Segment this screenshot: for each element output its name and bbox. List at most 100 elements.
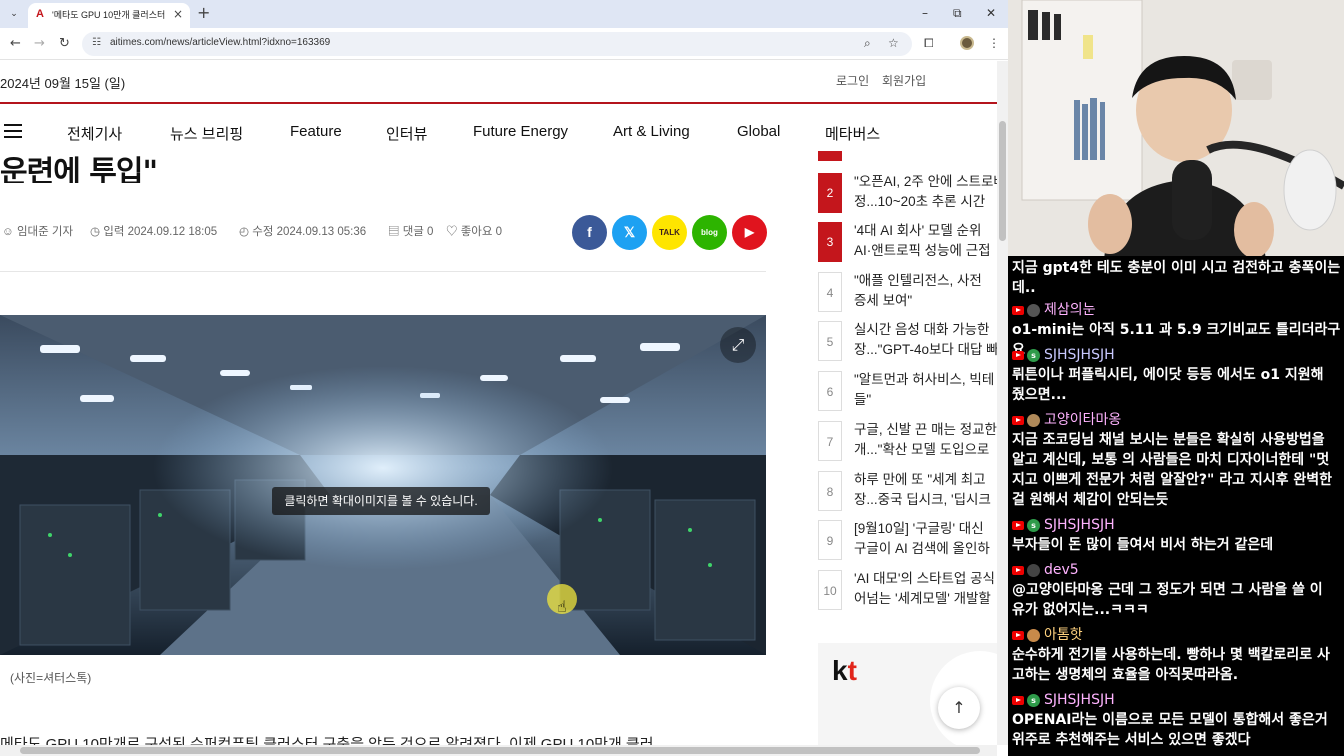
rank-title: 실시간 음성 대화 가능한 장..."GPT-4o보다 대답 빠 [854, 322, 997, 357]
hamburger-menu-icon[interactable] [4, 124, 22, 138]
kt-logo-k: k [832, 655, 848, 686]
article-published: ◷ 입력 2024.09.12 18:05 [90, 223, 217, 239]
nav-item-briefing[interactable]: 뉴스 브리핑 [170, 123, 243, 144]
minimize-button[interactable]: – [922, 6, 928, 20]
ranking-item[interactable]: 5 실시간 음성 대화 가능한 장..."GPT-4o보다 대답 빠 [818, 315, 997, 361]
rank-badge: 5 [818, 321, 842, 361]
bookmark-star-icon[interactable]: ☆ [888, 36, 899, 50]
published-time: 입력 2024.09.12 18:05 [103, 226, 218, 238]
chat-user: s SJHSJHSJH [1012, 345, 1342, 365]
browser-window: ⌄ A '메타도 GPU 10만개 클러스터 × + – ⧉ ✕ ← → ↻ ☷… [0, 0, 1008, 756]
profile-avatar[interactable] [960, 36, 974, 50]
nav-item-art-living[interactable]: Art & Living [613, 123, 690, 140]
rank-title: "오픈AI, 2주 안에 스트로베리정...10~20초 추론 시간 [854, 174, 997, 209]
site-info-icon[interactable]: ☷ [92, 37, 101, 48]
expand-icon[interactable]: ⤢ [720, 327, 756, 363]
kt-logo-t: t [847, 655, 857, 686]
ranking-item[interactable]: 3 '4대 AI 회사' 모델 순위 AI·앤트로픽 성능에 근접 [818, 216, 997, 262]
chat-user: s SJHSJHSJH [1012, 690, 1342, 710]
chat-username: SJHSJHSJH [1044, 692, 1115, 708]
nav-item-global[interactable]: Global [737, 123, 780, 140]
chat-message: 고양이타마옹 지금 조코딩님 채널 보시는 분들은 확실히 사용방법을 알고 계… [1012, 410, 1342, 510]
user-avatar [1027, 563, 1040, 577]
blog-share-button[interactable]: blog [692, 215, 727, 250]
vertical-scrollbar[interactable] [997, 61, 1008, 745]
chat-user: dev5 [1012, 560, 1342, 580]
back-arrow-icon[interactable]: ← [10, 36, 21, 51]
close-window-button[interactable]: ✕ [986, 6, 996, 20]
address-bar[interactable]: ☷ aitimes.com/news/articleView.html?idxn… [82, 32, 912, 56]
tab-active[interactable]: A '메타도 GPU 10만개 클러스터 × [28, 3, 190, 28]
nav-item-all[interactable]: 전체기사 [67, 123, 122, 144]
nav-item-interview[interactable]: 인터뷰 [386, 123, 427, 144]
chat-message: s SJHSJHSJH OPENAI라는 이름으로 모든 모델이 통합해서 좋은거… [1012, 690, 1342, 750]
restore-button[interactable]: ⧉ [953, 6, 962, 21]
new-tab-button[interactable]: + [197, 3, 210, 22]
article-body: 메타도 GPU 10만개로 구성된 슈퍼컴퓨팅 클러스터 구축을 앞둔 것으로 … [0, 736, 654, 745]
rank-title: "알트먼과 허사비스, 빅테 들" [854, 372, 995, 407]
aitimes-favicon-icon: A [36, 8, 44, 20]
chat-message: s SJHSJHSJH 부자들이 돈 많이 들여서 비서 하는거 같은데 [1012, 515, 1342, 555]
chat-user: 제삼의눈 [1012, 300, 1342, 320]
streamer-webcam [1008, 0, 1344, 262]
chat-text: 지금 gpt4한 테도 충분이 이미 시고 검전하고 충폭이는 데.. [1012, 260, 1341, 296]
chat-username: SJHSJHSJH [1044, 517, 1115, 533]
tab-title: '메타도 GPU 10만개 클러스터 [52, 10, 166, 20]
youtube-icon [1012, 415, 1024, 425]
signup-link[interactable]: 회원가입 [882, 72, 926, 89]
article-likes[interactable]: ♡ 좋아요 0 [446, 223, 502, 239]
rank-title: 'AI 대모'의 스타트업 공식 어넘는 '세계모델' 개발할 [854, 571, 995, 606]
nav-item-feature[interactable]: Feature [290, 123, 342, 140]
extensions-icon[interactable]: ⧠ [924, 36, 934, 51]
rank-badge: 10 [818, 570, 842, 610]
chat-user: 고양이타마옹 [1012, 410, 1342, 430]
vertical-scroll-thumb[interactable] [999, 121, 1006, 241]
ranking-item[interactable]: 8 하루 만에 또 "세계 최고 장...중국 딥시크, '딥시크 [818, 465, 997, 511]
web-page: 2024년 09월 15일 (일) 로그인 회원가입 전체기사 뉴스 브리핑 F… [0, 61, 997, 745]
datacenter-illustration [0, 315, 766, 655]
rank-title: 구글, 신발 끈 매는 정교한 개..."확산 모델 도입으로 [854, 422, 997, 457]
horizontal-scrollbar[interactable] [0, 745, 997, 756]
comment-icon: ▤ [388, 226, 403, 238]
chat-text: 부자들이 돈 많이 들여서 비서 하는거 같은데 [1012, 537, 1274, 553]
check-circle-icon: ◴ [239, 226, 253, 238]
zoom-icon[interactable]: ⌕ [864, 36, 871, 51]
comment-count: 댓글 0 [402, 226, 434, 238]
chat-message: dev5 @고양이타마옹 근데 그 정도가 되면 그 사람을 쓸 이 유가 없어… [1012, 560, 1342, 620]
tab-close-icon[interactable]: × [173, 7, 183, 21]
user-avatar: s [1027, 348, 1040, 362]
forward-arrow-icon[interactable]: → [34, 36, 45, 51]
nav-item-metaverse[interactable]: 메타버스 [825, 123, 880, 144]
hand-cursor-icon: ☝ [557, 597, 567, 616]
rank-badge: 2 [818, 173, 842, 213]
ranking-item[interactable]: 4 "애플 인텔리전스, 사전 증세 보여" [818, 266, 997, 312]
person-icon: ☺ [2, 226, 17, 238]
ranking-item[interactable]: 2 "오픈AI, 2주 안에 스트로베리정...10~20초 추론 시간 [818, 167, 997, 213]
tab-search-icon[interactable]: ⌄ [5, 5, 23, 23]
youtube-share-button[interactable]: ▶ [732, 215, 767, 250]
chat-text: @고양이타마옹 근데 그 정도가 되면 그 사람을 쓸 이 유가 없어지는...… [1012, 582, 1323, 618]
chat-text: 뤼튼이나 퍼플릭시티, 에이닷 등등 에서도 o1 지원해 줬으면... [1012, 367, 1324, 403]
login-link[interactable]: 로그인 [836, 72, 869, 89]
ranking-item[interactable]: 9 [9월10일] '구글링' 대신 구글이 AI 검색에 올인하 [818, 514, 997, 560]
x-share-button[interactable]: 𝕏 [612, 215, 647, 250]
ranking-item[interactable]: 10 'AI 대모'의 스타트업 공식 어넘는 '세계모델' 개발할 [818, 564, 997, 610]
chat-username: 제삼의눈 [1044, 302, 1096, 318]
heart-icon: ♡ [446, 226, 461, 238]
ranking-item[interactable]: 7 구글, 신발 끈 매는 정교한 개..."확산 모델 도입으로 [818, 415, 997, 461]
article-comments[interactable]: ▤ 댓글 0 [388, 223, 433, 239]
facebook-share-button[interactable]: f [572, 215, 607, 250]
article-image[interactable]: ⤢ 클릭하면 확대이미지를 볼 수 있습니다. [0, 315, 766, 655]
chat-user: 아톰핫 [1012, 625, 1342, 645]
nav-item-future-energy[interactable]: Future Energy [473, 123, 568, 140]
rank-title: '4대 AI 회사' 모델 순위 AI·앤트로픽 성능에 근접 [854, 223, 991, 258]
chat-message: 아톰핫 순수하게 전기를 사용하는데. 빵하나 몇 백칼로리로 사 고하는 생명… [1012, 625, 1342, 685]
rank-badge: 6 [818, 371, 842, 411]
chat-message: 지금 gpt4한 테도 충분이 이미 시고 검전하고 충폭이는 데.. [1012, 258, 1342, 298]
kakao-share-button[interactable]: TALK [652, 215, 687, 250]
ranking-item[interactable]: 6 "알트먼과 허사비스, 빅테 들" [818, 365, 997, 411]
reload-icon[interactable]: ↻ [59, 36, 70, 51]
scroll-to-top-button[interactable]: ↑ [938, 687, 980, 729]
horizontal-scroll-thumb[interactable] [20, 747, 980, 754]
menu-dots-icon[interactable]: ⋮ [988, 36, 1000, 50]
